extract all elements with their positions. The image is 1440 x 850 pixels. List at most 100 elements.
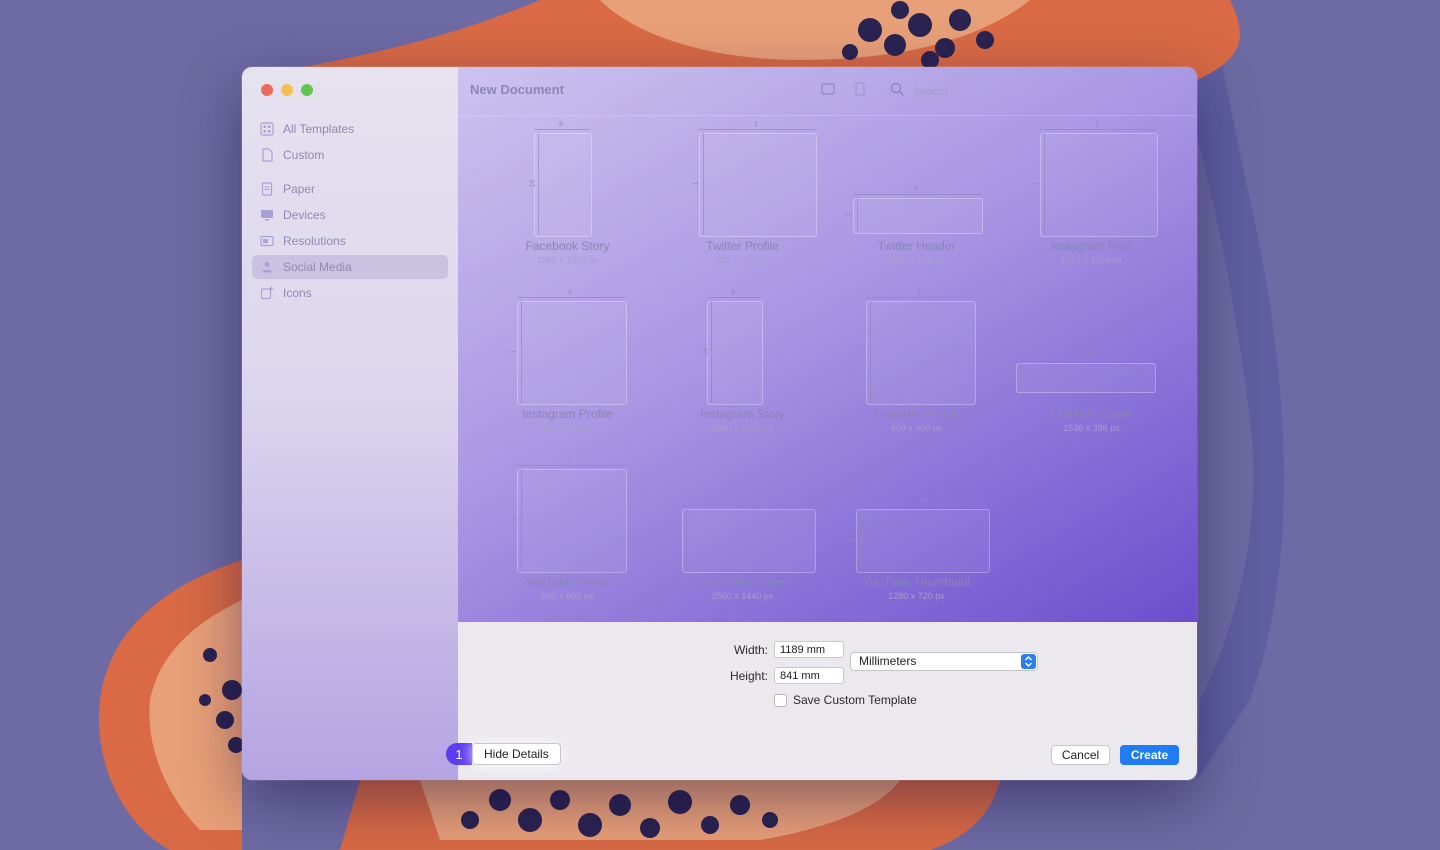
template-thumbnail [853, 198, 983, 234]
sidebar-item-devices[interactable]: Devices [252, 203, 448, 227]
template-name: YouTube Cover [701, 575, 784, 589]
width-field[interactable] [774, 641, 844, 658]
sidebar-item-paper[interactable]: Paper [252, 177, 448, 201]
minimize-window-button[interactable] [281, 84, 293, 96]
template-browser: New Document 9 16 Facebook Story 1080 x 192… [458, 67, 1197, 622]
sidebar-item-social-media[interactable]: Social Media [252, 255, 448, 279]
sidebar-item-label: Custom [283, 148, 325, 162]
template-item[interactable]: 3 1 Twitter Header 1500 x 500 px [829, 115, 1004, 275]
width-dimension-line [682, 505, 814, 506]
width-ratio-label: 16 [919, 497, 927, 504]
width-ratio-label: 128 [1082, 351, 1094, 358]
template-thumbnail [682, 509, 816, 573]
portrait-icon [855, 81, 865, 101]
width-ratio-label: 3 [914, 186, 918, 193]
template-thumbnail [699, 133, 817, 237]
template-size: 1080 x 1920 px [536, 255, 599, 265]
height-ratio-label: 1 [510, 349, 518, 354]
template-thumbnail [534, 133, 592, 237]
width-dimension-line [517, 465, 625, 466]
width-ratio-label: 9 [731, 289, 735, 296]
height-ratio-label: 1 [1033, 181, 1041, 186]
template-thumbnail [856, 509, 990, 573]
height-dimension-line [703, 133, 704, 235]
footer: Cancel Create [458, 726, 1197, 780]
window-controls [261, 84, 313, 96]
template-name: Twitter Profile [706, 239, 779, 253]
width-ratio-label: 1 [917, 289, 921, 296]
template-item[interactable]: 16 9 YouTube Cover 2560 x 1440 px [655, 451, 830, 611]
width-ratio-label: 1 [568, 289, 572, 296]
sidebar-item-resolutions[interactable]: Resolutions [252, 229, 448, 253]
height-ratio-label: 1 [692, 181, 700, 186]
width-ratio-label: 16 [745, 497, 753, 504]
new-document-window: All Templates Custom Paper Devices Resol… [242, 67, 1197, 780]
hide-details-button[interactable]: Hide Details [472, 743, 561, 765]
grid-icon [260, 122, 274, 136]
height-dimension-line [711, 301, 712, 403]
width-dimension-line [853, 194, 981, 195]
template-thumbnail [517, 301, 627, 405]
zoom-window-button[interactable] [301, 84, 313, 96]
portrait-view-button[interactable] [852, 81, 868, 101]
template-name: LinkedIn Cover [1051, 407, 1132, 421]
template-item[interactable]: 9 16 Instagram Story 1080 x 1920 px [655, 283, 830, 443]
template-thumbnail [866, 301, 976, 405]
width-ratio-label: 1 [568, 457, 572, 464]
icon-plus-icon [260, 286, 274, 300]
units-select[interactable]: Millimeters [850, 652, 1038, 671]
height-dimension-line [686, 509, 687, 571]
document-icon [260, 148, 274, 162]
template-item[interactable]: 1 1 Twitter Profile 400 x 400 px [655, 115, 830, 275]
template-name: Instagram Post [1051, 239, 1132, 253]
template-item[interactable]: 9 16 Facebook Story 1080 x 1920 px [480, 115, 655, 275]
height-ratio-label: 9 [675, 537, 683, 542]
step-badge: 1 [446, 743, 472, 765]
sidebar-item-icons[interactable]: Icons [252, 281, 448, 305]
template-name: Twitter Header [877, 239, 956, 253]
template-size: 1280 x 720 px [888, 591, 945, 601]
sidebar-item-all-templates[interactable]: All Templates [252, 117, 448, 141]
width-dimension-line [1040, 129, 1156, 130]
height-ratio-label: 16 [702, 347, 710, 356]
units-select-value: Millimeters [859, 654, 917, 668]
height-ratio-label: 1 [846, 212, 854, 217]
width-ratio-label: 1 [754, 121, 758, 128]
search-input[interactable] [911, 85, 995, 99]
create-button[interactable]: Create [1120, 745, 1179, 765]
height-dimension-line [538, 133, 539, 235]
template-item[interactable]: 1 1 LinkedIn Profile 400 x 400 px [829, 283, 1004, 443]
close-window-button[interactable] [261, 84, 273, 96]
titlebar: New Document [458, 67, 1197, 116]
template-item[interactable]: 1 1 YouTube Profile 800 x 800 px [480, 451, 655, 611]
landscape-view-button[interactable] [820, 83, 836, 99]
save-custom-template-checkbox[interactable] [774, 694, 787, 707]
template-name: LinkedIn Profile [875, 407, 958, 421]
template-item[interactable]: 16 9 YouTube Thumbnail 1280 x 720 px [829, 451, 1004, 611]
height-dimension-line [1044, 133, 1045, 235]
template-size: 400 x 400 px [716, 255, 769, 265]
window-title: New Document [470, 82, 564, 97]
height-label: Height: [729, 669, 768, 683]
template-item[interactable]: 1 1 Instagram Profile 110 x 110 px [480, 283, 655, 443]
cancel-button[interactable]: Cancel [1051, 745, 1110, 765]
template-thumbnail [707, 301, 763, 405]
template-grid: 9 16 Facebook Story 1080 x 1920 px 1 1 Twitter… [458, 115, 1197, 622]
template-size: 2560 x 1440 px [711, 591, 774, 601]
template-item[interactable]: 128 33 LinkedIn Cover 1536 x 396 px [1004, 283, 1179, 443]
search-icon [890, 82, 905, 102]
template-size: 1536 x 396 px [1063, 423, 1120, 433]
person-icon [260, 260, 274, 274]
sidebar-nav: All Templates Custom Paper Devices Resol… [252, 117, 448, 307]
height-dimension-line [521, 469, 522, 571]
landscape-icon [821, 82, 835, 100]
sidebar-item-custom[interactable]: Custom [252, 143, 448, 167]
template-size: 400 x 400 px [890, 423, 943, 433]
search-field[interactable] [890, 82, 995, 102]
height-field[interactable] [774, 667, 844, 684]
template-item[interactable]: 1 1 Instagram Post 1024 x 1024 px [1004, 115, 1179, 275]
template-name: Instagram Story [700, 407, 785, 421]
resolution-icon [260, 234, 274, 248]
template-name: YouTube Thumbnail [863, 575, 970, 589]
sidebar-item-label: Devices [283, 208, 326, 222]
